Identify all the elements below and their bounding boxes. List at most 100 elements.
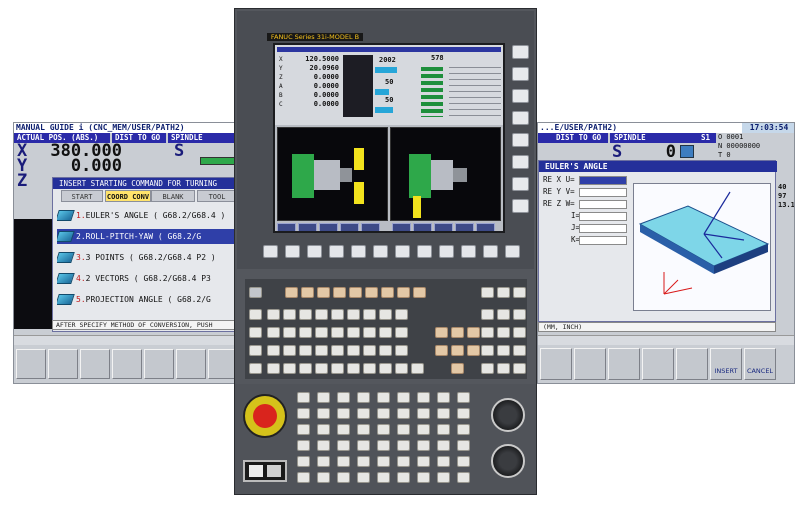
keyboard-key-42[interactable] <box>513 327 526 338</box>
keyboard-key-38[interactable] <box>451 327 464 338</box>
vertical-softkey-2[interactable] <box>512 67 529 81</box>
lcd-softkey-8[interactable] <box>434 223 453 231</box>
operator-key-7[interactable] <box>317 392 330 403</box>
operator-key-22[interactable] <box>357 440 370 451</box>
vertical-softkey-3[interactable] <box>512 89 529 103</box>
keyboard-key-8[interactable] <box>381 287 394 298</box>
softkey-4[interactable] <box>642 348 674 380</box>
operator-key-13[interactable] <box>337 392 350 403</box>
keyboard-key-33[interactable] <box>347 327 360 338</box>
operator-key-52[interactable] <box>457 440 470 451</box>
horizontal-softkey-6[interactable] <box>395 245 410 258</box>
insert-softkey[interactable]: INSERT <box>710 348 742 380</box>
operator-key-16[interactable] <box>337 440 350 451</box>
softkey-6[interactable] <box>176 349 206 379</box>
keyboard-key-17[interactable] <box>299 309 312 320</box>
keyboard-key-12[interactable] <box>497 287 510 298</box>
operator-key-6[interactable] <box>297 472 310 483</box>
keyboard-key-16[interactable] <box>283 309 296 320</box>
operator-key-36[interactable] <box>397 472 410 483</box>
cancel-softkey[interactable]: CANCEL <box>744 348 776 380</box>
keyboard-key-47[interactable] <box>315 345 328 356</box>
operator-key-39[interactable] <box>417 424 430 435</box>
keyboard-key-72[interactable] <box>497 363 510 374</box>
operator-key-18[interactable] <box>337 472 350 483</box>
operator-key-46[interactable] <box>437 440 450 451</box>
keyboard-key-6[interactable] <box>349 287 362 298</box>
keyboard-key-19[interactable] <box>331 309 344 320</box>
keyboard-key-22[interactable] <box>379 309 392 320</box>
keyboard-key-9[interactable] <box>397 287 410 298</box>
keyboard-key-41[interactable] <box>497 327 510 338</box>
keyboard-key-20[interactable] <box>347 309 360 320</box>
operator-key-9[interactable] <box>317 424 330 435</box>
lcd-softkey-1[interactable] <box>277 223 296 231</box>
field-w-input[interactable] <box>579 200 627 209</box>
keyboard-key-69[interactable] <box>411 363 424 374</box>
keyboard-key-60[interactable] <box>267 363 280 374</box>
keyboard-key-63[interactable] <box>315 363 328 374</box>
keyboard-key-1[interactable] <box>249 287 262 298</box>
keyboard-key-5[interactable] <box>333 287 346 298</box>
keyboard-key-23[interactable] <box>395 309 408 320</box>
option-projection-angle[interactable]: 5.PROJECTION ANGLE ( G68.2/G <box>57 292 234 307</box>
operator-key-37[interactable] <box>417 392 430 403</box>
keyboard-key-55[interactable] <box>467 345 480 356</box>
operator-key-24[interactable] <box>357 472 370 483</box>
operator-key-27[interactable] <box>377 424 390 435</box>
operator-key-10[interactable] <box>317 440 330 451</box>
keyboard-key-25[interactable] <box>497 309 510 320</box>
operator-key-5[interactable] <box>297 456 310 467</box>
vertical-softkey-8[interactable] <box>512 199 529 213</box>
keyboard-key-40[interactable] <box>481 327 494 338</box>
keyboard-key-18[interactable] <box>315 309 328 320</box>
keyboard-key-10[interactable] <box>413 287 426 298</box>
field-j-input[interactable] <box>579 224 627 233</box>
field-k-input[interactable] <box>579 236 627 245</box>
keyboard-key-52[interactable] <box>395 345 408 356</box>
keyboard-key-34[interactable] <box>363 327 376 338</box>
operator-key-20[interactable] <box>357 408 370 419</box>
keyboard-key-68[interactable] <box>395 363 408 374</box>
lcd-softkey-3[interactable] <box>319 223 338 231</box>
keyboard-key-36[interactable] <box>395 327 408 338</box>
keyboard-key-4[interactable] <box>317 287 330 298</box>
keyboard-key-73[interactable] <box>513 363 526 374</box>
horizontal-softkey-7[interactable] <box>417 245 432 258</box>
operator-key-51[interactable] <box>457 424 470 435</box>
keyboard-key-71[interactable] <box>481 363 494 374</box>
horizontal-softkey-3[interactable] <box>329 245 344 258</box>
horizontal-softkey-2[interactable] <box>307 245 322 258</box>
operator-key-40[interactable] <box>417 440 430 451</box>
lcd-softkey-7[interactable] <box>413 223 432 231</box>
keyboard-key-70[interactable] <box>451 363 464 374</box>
keyboard-key-15[interactable] <box>267 309 280 320</box>
keyboard-key-3[interactable] <box>301 287 314 298</box>
option-eulers-angle[interactable]: 1.EULER'S ANGLE ( G68.2/G68.4 ) <box>57 208 234 223</box>
keyboard-key-65[interactable] <box>347 363 360 374</box>
keyboard-key-2[interactable] <box>285 287 298 298</box>
keyboard-key-56[interactable] <box>481 345 494 356</box>
keyboard-key-58[interactable] <box>513 345 526 356</box>
tab-tool[interactable]: TOOL <box>197 190 234 202</box>
keyboard-key-21[interactable] <box>363 309 376 320</box>
softkey-3[interactable] <box>608 348 640 380</box>
horizontal-softkey-9[interactable] <box>461 245 476 258</box>
keyboard-key-62[interactable] <box>299 363 312 374</box>
spindle-override-knob[interactable] <box>491 444 525 478</box>
lcd-softkey-5[interactable] <box>361 223 380 231</box>
operator-key-31[interactable] <box>397 392 410 403</box>
softkey-1[interactable] <box>16 349 46 379</box>
keyboard-key-57[interactable] <box>497 345 510 356</box>
horizontal-softkey-4[interactable] <box>351 245 366 258</box>
vertical-softkey-4[interactable] <box>512 111 529 125</box>
operator-key-4[interactable] <box>297 440 310 451</box>
field-i-input[interactable] <box>579 212 627 221</box>
operator-key-26[interactable] <box>377 408 390 419</box>
operator-key-19[interactable] <box>357 392 370 403</box>
keyboard-key-66[interactable] <box>363 363 376 374</box>
operator-key-2[interactable] <box>297 408 310 419</box>
operator-key-47[interactable] <box>437 456 450 467</box>
operator-key-48[interactable] <box>437 472 450 483</box>
keyboard-key-26[interactable] <box>513 309 526 320</box>
